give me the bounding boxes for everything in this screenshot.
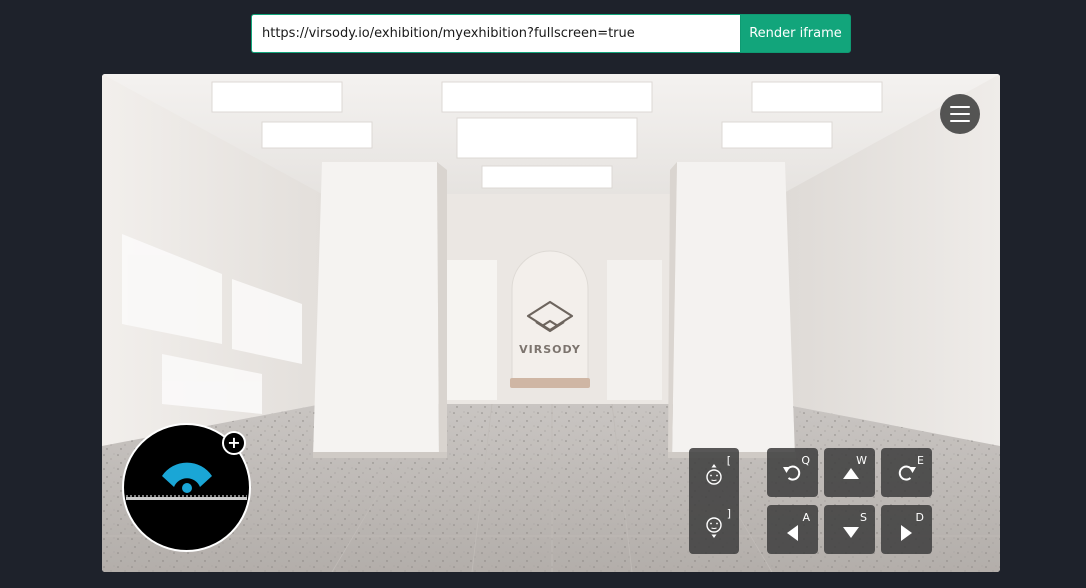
forward-button[interactable]: W [824,448,875,497]
arrow-left-icon [787,525,798,541]
rotate-left-icon [783,465,801,481]
forward-key: W [856,454,867,467]
exhibition-viewport[interactable]: VIRSODY + [] Q W E A S D [102,74,1000,572]
rotate-left-button[interactable]: Q [767,448,818,497]
menu-line [950,106,970,108]
strafe-right-key: D [915,511,924,524]
arrow-right-icon [901,525,912,541]
minimap-add-button[interactable]: + [222,431,246,455]
back-button[interactable]: S [824,505,875,554]
raise-view-key: [ [726,454,731,467]
menu-line [950,113,970,115]
raise-view-icon [706,464,722,485]
strafe-left-key: A [802,511,810,524]
lower-view-key: ] [726,507,731,520]
back-partition-left [442,260,497,400]
raise-view-button[interactable]: [ [689,448,739,501]
pedestal [510,378,590,388]
url-input[interactable] [251,14,740,53]
back-key: S [860,511,867,524]
render-iframe-button[interactable]: Render iframe [740,14,851,53]
minimap-wall [126,497,247,500]
back-partition-right [607,260,662,400]
menu-button[interactable] [940,94,980,134]
url-bar: Render iframe [251,14,851,53]
position-marker [182,483,192,493]
rotate-left-key: Q [801,454,810,467]
arch-niche [511,250,589,385]
left-pillar [313,162,447,458]
lower-view-button[interactable]: ] [689,501,739,554]
arrow-up-icon [843,468,859,479]
logo-text: VIRSODY [519,343,581,356]
right-pillar [668,162,796,458]
lower-view-icon [706,517,722,538]
rotate-right-key: E [917,454,924,467]
rotate-right-icon [898,465,916,481]
strafe-right-button[interactable]: D [881,505,932,554]
rotate-right-button[interactable]: E [881,448,932,497]
arrow-down-icon [843,527,859,538]
menu-line [950,120,970,122]
height-controls: [ ] [689,448,739,554]
strafe-left-button[interactable]: A [767,505,818,554]
